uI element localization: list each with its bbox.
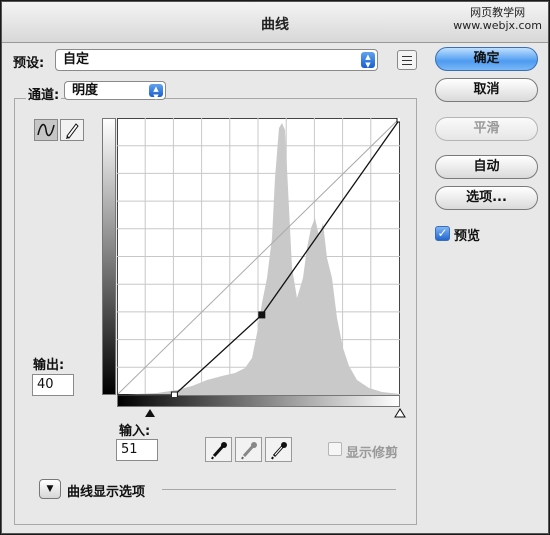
show-clipping-label: 显示修剪 [346,446,399,461]
auto-button[interactable]: 自动 [435,155,538,179]
gray-eyedropper-icon[interactable] [235,437,262,462]
preset-value: 自定 [63,52,90,67]
curve-graph[interactable] [117,118,400,397]
curve-point-0[interactable] [170,391,178,397]
watermark: 网页教学网 www.webjx.com [453,6,542,32]
options-button[interactable]: 选项... [435,186,538,210]
output-label: 输出: [33,358,65,373]
curve-tool-icon[interactable] [34,119,58,141]
curve-display-options-label: 曲线显示选项 [67,485,146,500]
title-bar[interactable]: 曲线 网页教学网 www.webjx.com [2,2,548,43]
curve-point-1[interactable] [258,311,266,319]
ok-button[interactable]: 确定 [435,47,538,71]
divider [162,489,396,490]
panel-menu-icon[interactable] [397,50,417,70]
watermark-line-1: 网页教学网 [470,6,526,19]
preset-label: 预设: [13,56,45,71]
select-arrows-icon: ▲ ▼ [149,84,163,101]
disclosure-triangle-icon[interactable]: ▼ [39,479,61,499]
channel-label: 通道: [26,84,62,103]
preset-select[interactable]: 自定 ▲ ▼ [55,49,378,71]
smooth-button[interactable]: 平滑 [435,117,538,141]
output-gradient-bar [102,118,116,395]
preview-label: 预览 [454,229,481,244]
cancel-button[interactable]: 取消 [435,78,538,102]
show-clipping-checkbox[interactable] [328,442,342,456]
watermark-line-2: www.webjx.com [453,19,542,32]
pencil-tool-icon[interactable] [60,119,84,141]
input-field[interactable]: 51 [116,439,158,461]
input-label: 输入: [119,424,151,439]
preview-checkbox[interactable]: ✓ [435,226,450,241]
output-field[interactable]: 40 [32,374,74,396]
white-eyedropper-icon[interactable] [265,437,292,462]
select-arrows-icon: ▲ ▼ [361,52,375,69]
input-sliders [145,408,406,418]
channel-value: 明度 [72,83,99,98]
black-point-slider[interactable] [145,409,155,417]
curves-dialog: 曲线 网页教学网 www.webjx.com 预设: 自定 ▲ ▼ 通道: 明度 … [1,1,549,534]
white-point-slider[interactable] [394,408,406,418]
black-eyedropper-icon[interactable] [205,437,232,462]
channel-select[interactable]: 明度 ▲ ▼ [64,81,166,101]
curve-point-2[interactable] [396,118,400,123]
